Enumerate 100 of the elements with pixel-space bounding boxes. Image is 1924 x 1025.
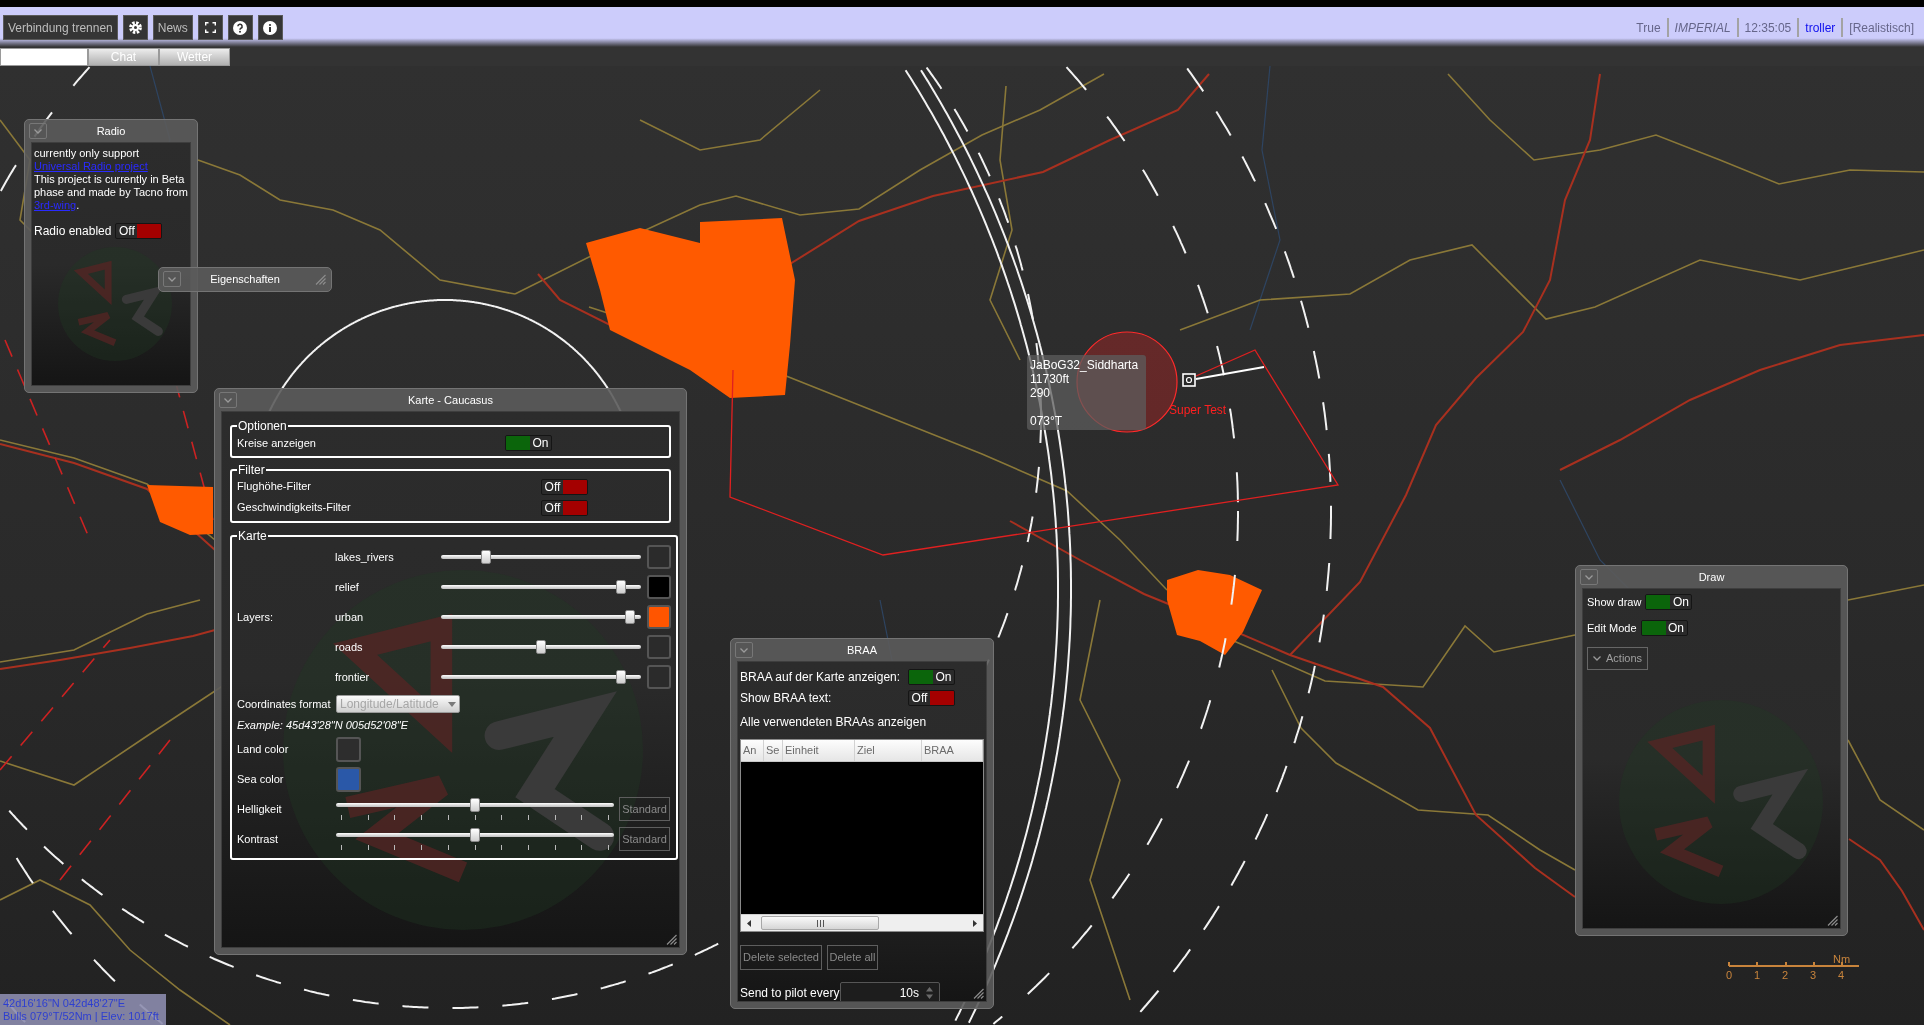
message-text: currently only support Universal Radio project <box>34 147 149 173</box>
scale-unit-label: Nm <box>1833 953 1851 965</box>
slider-thumb[interactable] <box>470 828 480 842</box>
help-button[interactable] <box>227 15 253 40</box>
user-link[interactable]: troller <box>1805 18 1836 37</box>
swatch-icon[interactable] <box>647 545 671 569</box>
window-title: Radio <box>96 123 126 139</box>
slider[interactable] <box>441 580 641 594</box>
resize-grip-icon[interactable] <box>973 988 984 999</box>
settings-button[interactable] <box>122 15 148 40</box>
column-header[interactable]: Se <box>764 740 783 761</box>
scale-label: 0 <box>1725 969 1733 981</box>
chevron-down-icon <box>34 128 42 134</box>
slider-thumb[interactable] <box>625 610 636 624</box>
marker-label: Super Test <box>1169 403 1227 417</box>
window-title: Karte - Caucasus <box>408 392 493 408</box>
heading-label: 073°T <box>1030 414 1063 428</box>
column-header[interactable]: An <box>741 740 764 761</box>
field-label: Coordinates format <box>237 696 332 712</box>
layer-name: frontier <box>335 669 371 685</box>
layer-name: urban <box>335 609 365 625</box>
toggle-label: Geschwindigkeits-Filter <box>237 500 352 516</box>
toggle-label: Show draw <box>1587 594 1642 610</box>
field-label: Helligkeit <box>237 801 283 817</box>
scale-label: 1 <box>1753 969 1761 981</box>
swatch-icon[interactable] <box>647 575 671 599</box>
toggle-label: Show BRAA text: <box>740 689 833 707</box>
slider[interactable] <box>441 550 641 564</box>
slider-thumb[interactable] <box>470 798 480 812</box>
unit-label: 11730ft <box>1030 372 1070 386</box>
scrollbar[interactable] <box>741 914 983 931</box>
slider-thumb[interactable] <box>615 670 626 684</box>
list-label: Alle verwendeten BRAAs anzeigen <box>740 714 927 731</box>
chevron-down-icon <box>740 647 748 653</box>
column-header[interactable]: Einheit <box>783 740 855 761</box>
left-arrow-icon[interactable] <box>747 919 751 927</box>
scrollbar-thumb[interactable] <box>761 916 879 930</box>
fullscreen-icon <box>204 22 216 33</box>
swatch-icon[interactable] <box>336 736 361 762</box>
slider-thumb[interactable] <box>615 580 626 594</box>
group-title: Filter <box>237 464 266 476</box>
toggle-switch[interactable]: On <box>1645 594 1693 610</box>
window-title: BRAA <box>847 642 877 658</box>
toggle-label: BRAA auf der Karte anzeigen: <box>740 668 902 686</box>
toggle-label: Edit Mode <box>1587 620 1637 636</box>
layers-label: Layers: <box>237 609 275 625</box>
swatch-icon[interactable] <box>647 635 671 659</box>
slider-thumb[interactable] <box>480 550 491 564</box>
bullseye-text: Bulls 079°T/52Nm | Elev: 1017ft <box>3 1009 160 1023</box>
column-header[interactable]: BRAA <box>922 740 983 761</box>
group-title: Optionen <box>237 420 288 432</box>
field-label: Send to pilot every: <box>740 985 840 1001</box>
square-marker-icon[interactable] <box>1182 373 1196 387</box>
slider[interactable] <box>336 798 614 820</box>
toggle-label: Kreise anzeigen <box>237 435 317 451</box>
swatch-icon[interactable] <box>647 605 671 629</box>
toolbar-button[interactable]: Verbindung trennen <box>3 15 118 40</box>
slider[interactable] <box>336 828 614 850</box>
resize-grip-icon[interactable] <box>1827 915 1838 926</box>
slider[interactable] <box>441 640 641 654</box>
toggle-switch[interactable]: On <box>908 668 955 685</box>
right-arrow-icon[interactable] <box>973 919 977 927</box>
status-text: 12:35:05 <box>1744 19 1792 37</box>
swatch-icon[interactable] <box>336 766 361 792</box>
slider-thumb[interactable] <box>536 640 546 654</box>
urban-area <box>147 485 213 535</box>
gear-icon <box>128 21 142 34</box>
resize-grip-icon[interactable] <box>315 274 326 285</box>
fullscreen-button[interactable] <box>197 15 223 40</box>
grip-lines-icon <box>816 919 824 927</box>
chevron-down-icon <box>168 276 176 282</box>
unit-label: JaBoG32_Siddharta <box>1030 358 1139 372</box>
resize-grip-icon[interactable] <box>666 934 677 945</box>
chevron-down-icon <box>1585 574 1593 580</box>
toolbar-button[interactable]: News <box>152 15 193 40</box>
spin-field[interactable]: 10s <box>840 982 940 1001</box>
toggle-switch[interactable]: Off <box>541 478 588 495</box>
slider[interactable] <box>441 670 641 684</box>
toggle-label: Flughöhe-Filter <box>237 479 312 495</box>
coordinates-text: 42d16'16"N 042d48'27"E <box>3 996 127 1010</box>
toggle-switch[interactable]: Off <box>541 499 588 516</box>
actions-button[interactable]: Actions <box>1587 647 1649 670</box>
slider[interactable] <box>441 610 641 624</box>
toggle-switch[interactable]: On <box>505 435 552 451</box>
tab[interactable] <box>0 48 88 66</box>
toggle-switch[interactable]: Off <box>115 223 163 239</box>
column-header[interactable]: Ziel <box>855 740 922 761</box>
info-button[interactable] <box>257 15 283 40</box>
spin-arrows-icon[interactable] <box>926 987 933 999</box>
layer-name: relief <box>335 579 360 595</box>
window-title: Draw <box>1698 569 1725 585</box>
toggle-switch[interactable]: On <box>1640 620 1688 636</box>
swatch-icon[interactable] <box>647 665 671 689</box>
toggle-label: Radio enabled <box>34 224 112 238</box>
status-text: True <box>1636 19 1661 37</box>
toggle-switch[interactable]: Off <box>908 689 955 706</box>
status-text: [Realistisch] <box>1849 19 1914 37</box>
window-title: Eigenschaften <box>210 271 280 287</box>
field-label: Sea color <box>237 771 285 787</box>
scale-label: 4 <box>1837 969 1845 981</box>
